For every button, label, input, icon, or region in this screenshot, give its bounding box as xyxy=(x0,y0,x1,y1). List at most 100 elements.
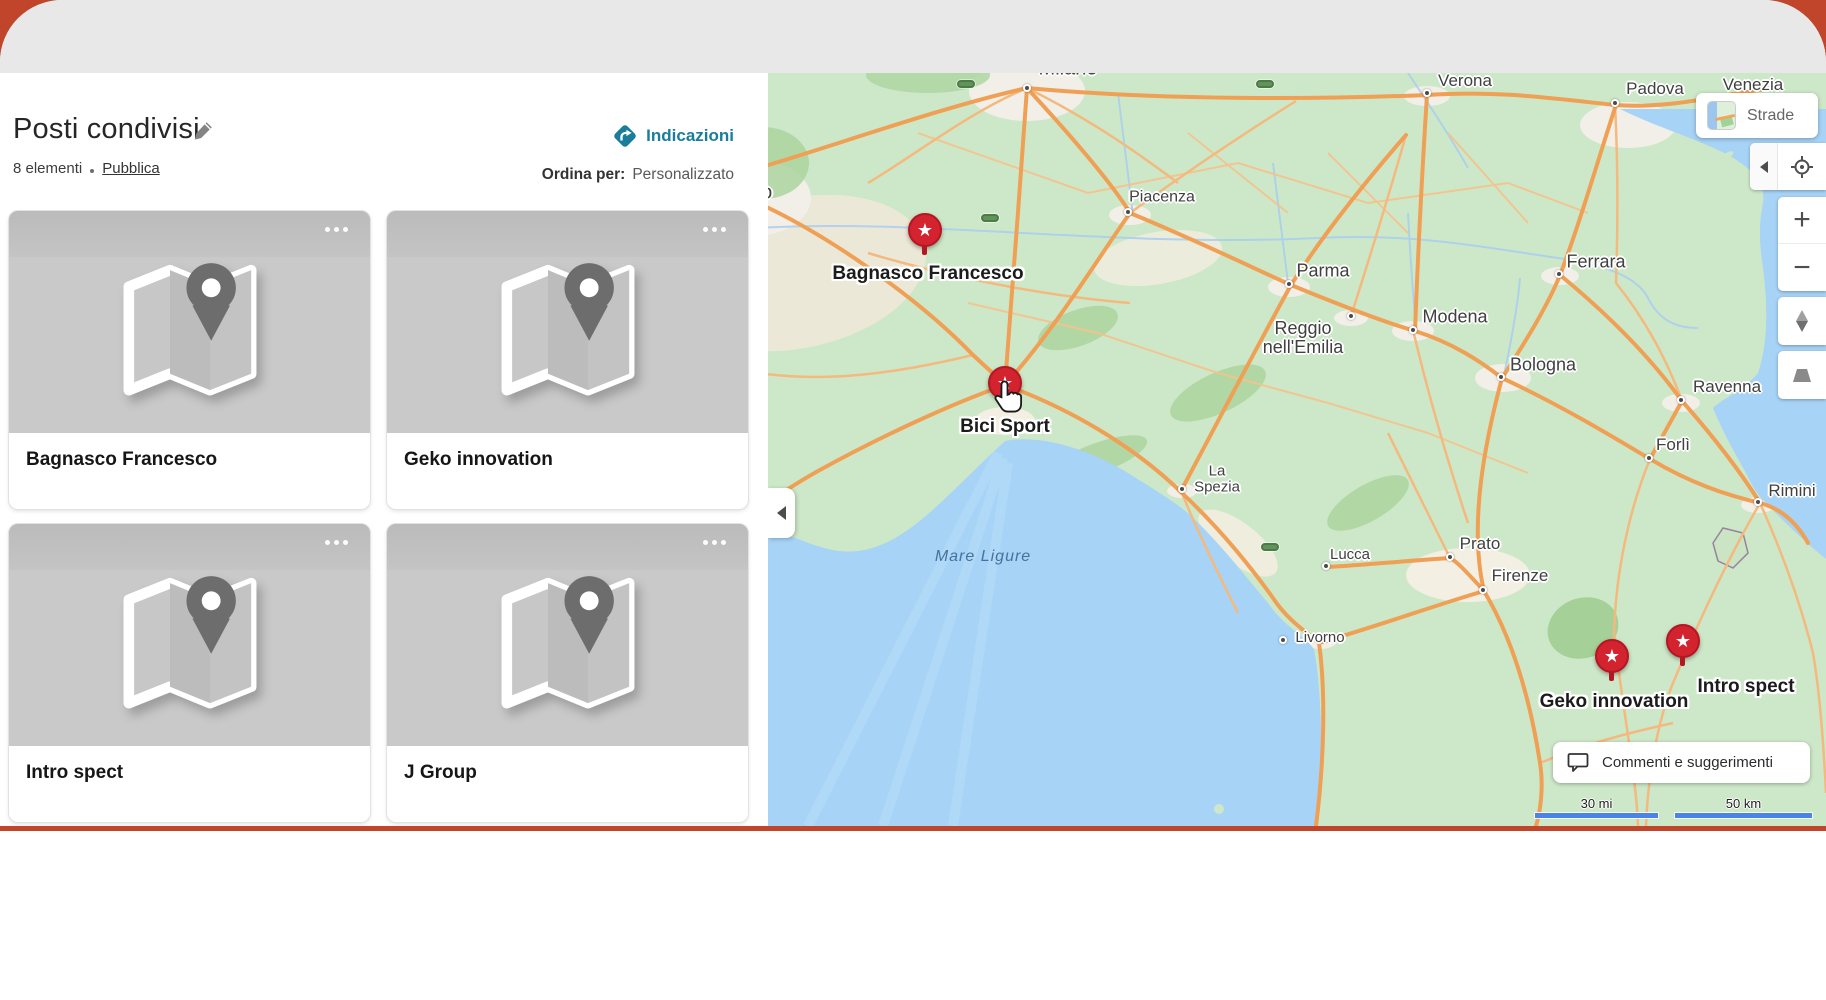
map-icon xyxy=(488,562,648,722)
my-location-button[interactable] xyxy=(1778,143,1826,190)
zoom-out-button[interactable]: − xyxy=(1778,244,1826,291)
place-card[interactable]: Intro spect xyxy=(9,524,370,822)
place-card-title: J Group xyxy=(404,762,477,784)
place-card[interactable]: Bagnasco Francesco xyxy=(9,211,370,509)
city-dot xyxy=(1409,326,1417,334)
card-menu-button[interactable] xyxy=(325,540,348,545)
panel-header: Posti condivisi 8 elementi Pubblica xyxy=(0,73,768,211)
place-card[interactable]: J Group xyxy=(387,524,748,822)
crosshair-icon xyxy=(1789,154,1815,180)
scale-km-bar xyxy=(1675,813,1812,818)
star-icon: ★ xyxy=(917,221,933,239)
star-icon: ★ xyxy=(1675,632,1691,650)
sea-label: Mare Ligure xyxy=(935,548,1031,566)
city-name: Prato xyxy=(1460,535,1501,553)
place-card-title: Intro spect xyxy=(26,762,123,784)
map-style-thumbnail-icon xyxy=(1708,102,1735,129)
city-dot xyxy=(1479,586,1487,594)
scale-miles-label: 30 mi xyxy=(1535,796,1658,811)
card-menu-button[interactable] xyxy=(703,227,726,232)
map-style-button[interactable]: Strade xyxy=(1696,93,1818,138)
place-card[interactable]: Geko innovation xyxy=(387,211,748,509)
city-name: Torino xyxy=(768,183,772,204)
sort-by-value[interactable]: Personalizzato xyxy=(632,166,734,183)
city-dot xyxy=(1611,99,1619,107)
feedback-label: Commenti e suggerimenti xyxy=(1602,754,1773,771)
city-dot xyxy=(1285,280,1293,288)
place-card-thumbnail xyxy=(9,524,370,746)
scale-miles: 30 mi xyxy=(1535,786,1658,818)
speech-bubble-icon xyxy=(1567,752,1590,773)
publish-link[interactable]: Pubblica xyxy=(102,160,160,177)
hand-cursor-icon xyxy=(993,379,1023,413)
collection-meta: 8 elementi Pubblica xyxy=(13,160,160,177)
map-canvas[interactable]: Mare Ligure Milano Torino Piacenza Parma… xyxy=(768,73,1826,826)
road-badge xyxy=(1261,543,1279,551)
window-top-bar xyxy=(0,0,1826,73)
city-dot xyxy=(1677,396,1685,404)
road-badge xyxy=(981,214,999,222)
city-dot xyxy=(1555,270,1563,278)
marker-label: Intro spect xyxy=(1697,676,1794,698)
scale-km-label: 50 km xyxy=(1675,796,1812,811)
place-card-title: Geko innovation xyxy=(404,449,553,471)
city-name: Ravenna xyxy=(1693,378,1761,396)
panel-collapse-button[interactable] xyxy=(768,488,795,538)
city-name: Verona xyxy=(1438,73,1492,90)
city-dot xyxy=(1023,84,1031,92)
page-title: Posti condivisi xyxy=(13,113,200,146)
marker-pin-icon[interactable]: ★ xyxy=(908,213,942,247)
directions-icon xyxy=(613,124,637,148)
card-menu-button[interactable] xyxy=(325,227,348,232)
city-dot xyxy=(1446,553,1454,561)
places-panel: Posti condivisi 8 elementi Pubblica xyxy=(0,73,768,826)
map-icon xyxy=(110,562,270,722)
tilt-view-button[interactable] xyxy=(1778,351,1826,399)
city-dot xyxy=(1322,562,1330,570)
edit-title-icon[interactable] xyxy=(192,120,214,142)
map-icon xyxy=(110,249,270,409)
city-name: Venezia xyxy=(1723,76,1784,94)
city-dot xyxy=(1497,373,1505,381)
directions-button[interactable]: Indicazioni xyxy=(613,124,734,148)
items-count: 8 elementi xyxy=(13,160,82,177)
marker-label: Bici Sport xyxy=(960,416,1050,438)
controls-collapse-button[interactable] xyxy=(1750,143,1778,190)
page: Posti condivisi 8 elementi Pubblica xyxy=(0,0,1826,1000)
marker-label: Bagnasco Francesco xyxy=(832,263,1023,285)
marker-pin-icon[interactable]: ★ xyxy=(1595,639,1629,673)
rotate-map-button[interactable] xyxy=(1778,297,1826,345)
city-name: Milano xyxy=(1039,73,1098,80)
locate-control xyxy=(1750,143,1826,190)
scale-km: 50 km xyxy=(1675,786,1812,818)
zoom-control: + − xyxy=(1778,197,1826,291)
city-dot xyxy=(1124,208,1132,216)
city-name: Rimini xyxy=(1768,482,1815,500)
place-card-title: Bagnasco Francesco xyxy=(26,449,217,471)
feedback-button[interactable]: Commenti e suggerimenti xyxy=(1553,742,1810,783)
map-style-label: Strade xyxy=(1747,107,1794,125)
city-name: Livorno xyxy=(1295,630,1344,646)
city-name: Modena xyxy=(1422,308,1487,327)
zoom-in-button[interactable]: + xyxy=(1778,197,1826,244)
place-card-thumbnail xyxy=(9,211,370,433)
sort-by-label: Ordina per: xyxy=(542,166,626,183)
compass-diamond-icon xyxy=(1791,308,1813,334)
directions-label: Indicazioni xyxy=(646,126,734,146)
city-dot xyxy=(1754,498,1762,506)
road-badge xyxy=(957,80,975,88)
city-dot xyxy=(1347,312,1355,320)
marker-pin-icon[interactable]: ★ xyxy=(1666,624,1700,658)
meta-separator-dot xyxy=(90,169,94,173)
city-name: Firenze xyxy=(1492,567,1549,585)
map-icon xyxy=(488,249,648,409)
city-name: Reggio nell'Emilia xyxy=(1263,319,1343,357)
card-menu-button[interactable] xyxy=(703,540,726,545)
city-dot xyxy=(1178,485,1186,493)
city-name: Piacenza xyxy=(1129,190,1195,207)
app-window: Posti condivisi 8 elementi Pubblica xyxy=(0,0,1826,826)
city-name: Forlì xyxy=(1656,436,1690,454)
city-name: Padova xyxy=(1626,80,1684,98)
city-dot xyxy=(1279,636,1287,644)
tilt-trapezoid-icon xyxy=(1790,365,1814,385)
